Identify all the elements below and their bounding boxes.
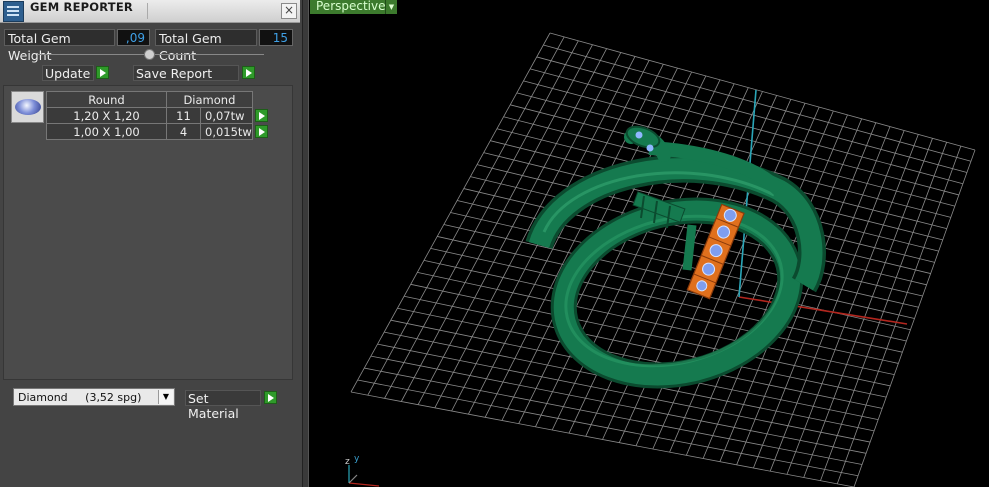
gem-report-area: Round Diamond 1,20 X 1,20 11 0,07tw 1,00… [3,85,293,380]
column-header-shape: Round [46,91,167,108]
row-select-play-arrow-icon[interactable] [254,108,268,122]
round-gem-thumbnail-icon [11,91,44,123]
total-gem-weight-value: ,09 [117,29,150,46]
table-row[interactable]: 1,00 X 1,00 4 0,015tw [46,123,272,140]
update-button[interactable]: Update [42,65,94,81]
column-header-material: Diamond [166,91,253,108]
gem-count-cell: 4 [166,123,201,140]
material-select-value: Diamond (3,52 spg) [18,391,142,404]
total-gem-count-value: 15 [259,29,293,46]
perspective-viewport[interactable]: Perspective ▼ z y [308,0,989,487]
panel-title: GEM REPORTER [30,0,133,14]
gem-size-cell: 1,00 X 1,00 [46,123,167,140]
title-divider [147,3,148,19]
axis-y-label: y [354,454,360,464]
material-select[interactable]: Diamond (3,52 spg) ▼ [13,388,175,406]
axis-z-label: z [345,457,350,467]
viewport-label[interactable]: Perspective [310,0,392,14]
gem-weight-cell: 0,015tw [200,123,253,140]
gem-reporter-panel: GEM REPORTER × Total Gem Weight ,09 Tota… [0,0,303,487]
gem-report-table: Round Diamond 1,20 X 1,20 11 0,07tw 1,00… [46,91,272,140]
set-material-button[interactable]: Set Material [185,390,261,421]
panel-splitter-handle[interactable] [144,49,155,60]
save-report-play-arrow-icon[interactable] [242,66,255,79]
ground-grid [350,32,976,487]
table-row[interactable]: 1,20 X 1,20 11 0,07tw [46,107,272,124]
gem-count-cell: 11 [166,107,201,124]
grid-line [417,271,895,376]
viewport-menu-chevron-down-icon[interactable]: ▼ [385,0,397,14]
gem-size-cell: 1,20 X 1,20 [46,107,167,124]
update-play-arrow-icon[interactable] [96,66,109,79]
chevron-down-icon[interactable]: ▼ [158,390,173,404]
set-material-play-arrow-icon[interactable] [264,391,277,404]
grid-line [786,134,919,475]
grid-line [803,138,933,478]
panel-titlebar[interactable]: GEM REPORTER × [0,0,300,23]
3d-scene [350,32,976,487]
gem-reporter-icon [3,1,24,22]
gem-weight-cell: 0,07tw [200,107,253,124]
row-select-play-arrow-icon[interactable] [254,124,268,138]
save-report-button[interactable]: Save Report [133,65,239,81]
axis-triad-icon: z y [345,454,380,487]
grid-line [820,142,948,481]
table-header-row: Round Diamond [46,91,272,108]
grid-line [350,391,855,487]
total-gem-weight-label: Total Gem Weight [4,29,115,63]
close-icon[interactable]: × [281,3,297,19]
total-gem-count-label: Total Gem Count [155,29,257,63]
grid-line [397,307,883,409]
